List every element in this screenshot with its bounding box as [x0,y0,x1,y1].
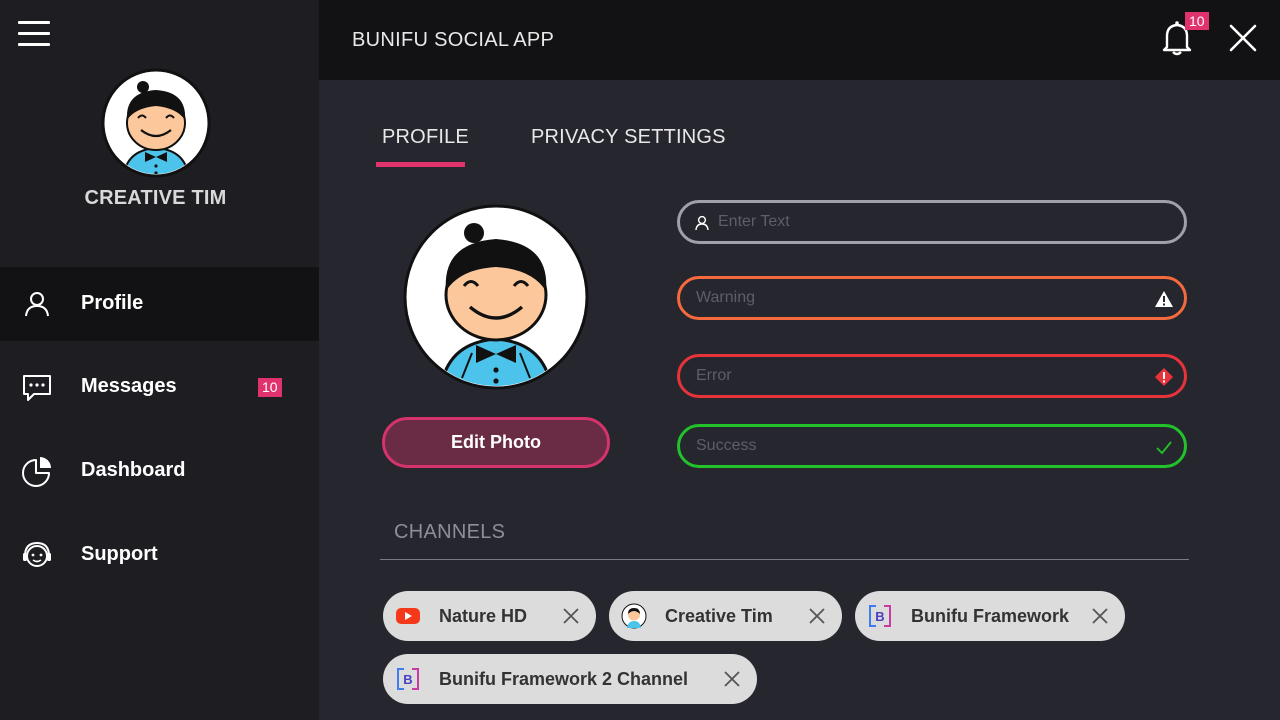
close-icon[interactable] [722,669,742,689]
user-icon [695,215,709,231]
hamburger-menu-icon[interactable] [18,21,50,47]
app-title: BUNIFU SOCIAL APP [352,29,555,51]
error-icon [1155,368,1173,386]
notifications-badge: 10 [1185,12,1209,30]
sidebar-item-messages[interactable]: Messages 10 [0,350,319,424]
sidebar-item-profile[interactable]: Profile [0,267,319,341]
profile-avatar [403,204,589,390]
channel-chip-nature-hd[interactable]: Nature HD [383,591,596,641]
sidebar-item-label: Messages [81,375,177,397]
channel-chip-label: Bunifu Framework 2 Channel [439,669,689,689]
edit-photo-button[interactable]: Edit Photo [382,417,610,468]
success-input[interactable] [696,434,1136,458]
bunifu-logo-icon: B [397,668,419,690]
sidebar: CREATIVE TIM Profile Messages 10 Dashboa… [0,0,319,720]
success-field [677,424,1187,468]
error-input[interactable] [696,364,1136,388]
sidebar-item-label: Dashboard [81,459,186,481]
close-icon[interactable] [807,606,827,626]
tab-profile[interactable]: PROFILE [382,126,469,149]
pie-chart-icon [22,457,51,487]
active-tab-indicator [376,162,465,167]
channels-divider [380,559,1189,560]
error-field [677,354,1187,398]
support-icon [23,541,51,567]
user-icon [25,292,49,317]
warning-icon [1155,291,1173,307]
channel-chip-label: Creative Tim [665,606,773,626]
svg-text:B: B [403,672,412,687]
top-bar: BUNIFU SOCIAL APP 10 [319,0,1280,80]
avatar-icon [621,603,647,629]
check-icon [1156,441,1172,455]
sidebar-item-support[interactable]: Support [0,518,319,592]
close-icon[interactable] [1227,22,1259,54]
sidebar-item-label: Profile [81,292,144,314]
sidebar-avatar [101,68,211,178]
close-icon[interactable] [1090,606,1110,626]
youtube-icon [396,608,420,624]
close-icon[interactable] [561,606,581,626]
tab-privacy-settings[interactable]: PRIVACY SETTINGS [531,126,726,149]
sidebar-item-dashboard[interactable]: Dashboard [0,434,319,508]
text-field [677,200,1187,244]
channel-chip-bunifu-framework[interactable]: B Bunifu Framework [855,591,1125,641]
bunifu-logo-icon: B [869,605,891,627]
chat-icon [23,375,51,401]
messages-badge: 10 [258,378,282,397]
warning-field [677,276,1187,320]
channel-chip-label: Nature HD [439,606,528,626]
warning-input[interactable] [696,286,1136,310]
channel-chip-creative-tim[interactable]: Creative Tim [609,591,842,641]
channel-chip-label: Bunifu Framework [911,606,1070,626]
channels-title: CHANNELS [394,521,506,543]
text-input[interactable] [718,210,1158,234]
sidebar-item-label: Support [81,543,158,565]
channel-chip-bunifu-framework-2[interactable]: B Bunifu Framework 2 Channel [383,654,757,704]
svg-text:B: B [875,609,884,624]
sidebar-username: CREATIVE TIM [84,187,227,209]
